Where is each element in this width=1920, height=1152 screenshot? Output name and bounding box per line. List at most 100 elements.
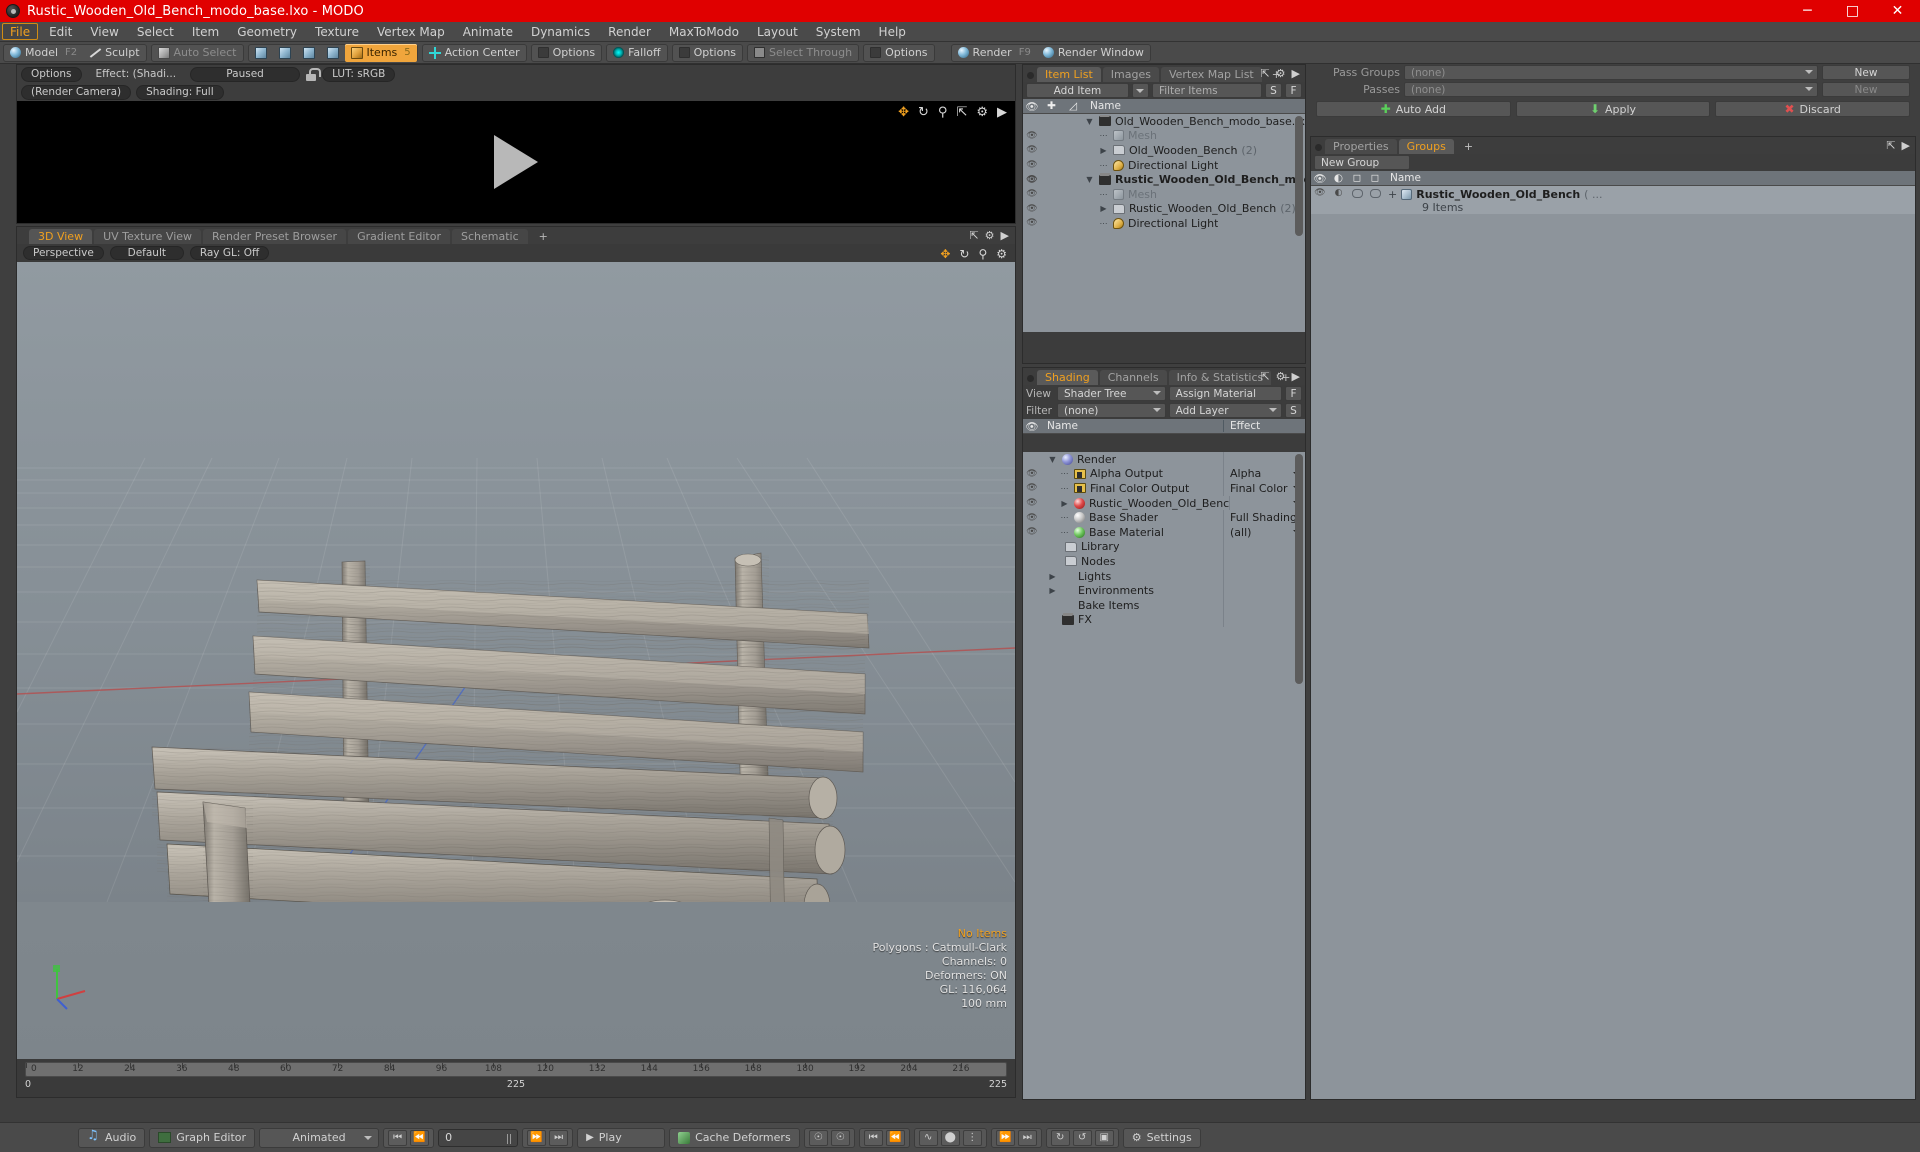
auto-select-button[interactable]: Auto Select — [152, 45, 243, 61]
twirl-icon[interactable]: ▶ — [1059, 499, 1070, 508]
animated-dropdown[interactable]: Animated — [259, 1127, 380, 1148]
table-row[interactable]: Bake Items — [1023, 597, 1305, 613]
pass-groups-dropdown[interactable]: (none) — [1404, 65, 1818, 80]
effect-cell[interactable] — [1228, 495, 1305, 511]
visibility-toggle[interactable]: 👁 — [1023, 175, 1041, 185]
play-overlay-icon[interactable] — [494, 135, 538, 189]
gear-icon[interactable]: ⚙ — [996, 247, 1007, 261]
visibility-toggle[interactable]: 👁 — [1023, 204, 1041, 214]
menu-view[interactable]: View — [81, 22, 127, 41]
tab-channels[interactable]: Channels — [1099, 370, 1167, 385]
chevron-right-icon[interactable]: ▶ — [1902, 139, 1910, 152]
render-button[interactable]: Render F9 — [952, 45, 1037, 61]
item-list-scrollbar[interactable] — [1295, 114, 1303, 332]
shading-filter-dropdown[interactable]: (none) — [1057, 403, 1166, 418]
add-layer-dropdown[interactable]: Add Layer — [1168, 403, 1282, 418]
tab-render-preset-browser[interactable]: Render Preset Browser — [203, 229, 347, 244]
raygl-button[interactable]: Ray GL: Off — [189, 246, 270, 260]
graph-editor-button[interactable]: Graph Editor — [149, 1127, 256, 1148]
twirl-icon[interactable]: ⋯ — [1059, 469, 1070, 478]
table-row[interactable]: 👁 ⋯ Final Color Output Final Color — [1023, 481, 1305, 496]
item-list-tree[interactable]: ▼ Old_Wooden_Bench_modo_base.lxo 👁 ⋯ Mes… — [1023, 114, 1305, 332]
tab-vertex-map-list[interactable]: Vertex Map List — [1160, 67, 1262, 82]
effect-cell[interactable]: (all) — [1223, 524, 1305, 540]
panel-menu-dot-icon[interactable] — [1315, 144, 1322, 151]
viewport-ruler[interactable]: 0 12 24 36 48 60 72 84 96 108 120 132 14… — [17, 1059, 1015, 1097]
tab-images[interactable]: Images — [1102, 67, 1159, 82]
rotate-icon[interactable]: ↻ — [959, 247, 969, 261]
render-options-button[interactable]: Options — [21, 66, 82, 82]
gear-icon[interactable]: ⚙ — [985, 229, 995, 242]
tab-schematic[interactable]: Schematic — [452, 229, 528, 244]
material-mode-button[interactable] — [321, 45, 345, 61]
maximize-button[interactable]: □ — [1830, 0, 1875, 22]
expand-icon[interactable]: + — [1388, 188, 1397, 201]
zoom-icon[interactable]: ⚲ — [978, 247, 987, 261]
next-key-icon[interactable]: ⏩ — [995, 1129, 1015, 1146]
twirl-icon[interactable]: ▼ — [1047, 455, 1058, 464]
twirl-icon[interactable]: ⋯ — [1059, 484, 1070, 493]
assign-material-button[interactable]: Assign Material — [1168, 386, 1282, 401]
menu-system[interactable]: System — [807, 22, 870, 41]
model-mode-button[interactable]: Model F2 — [4, 45, 83, 61]
table-row[interactable]: ▼ Old_Wooden_Bench_modo_base.lxo — [1023, 114, 1305, 129]
table-row[interactable]: ▶ Environments — [1023, 583, 1305, 598]
render-preview-canvas[interactable] — [17, 101, 1015, 223]
twirl-icon[interactable]: ▼ — [1084, 117, 1095, 126]
table-row[interactable]: Library — [1023, 539, 1305, 555]
passes-new-button[interactable]: New — [1822, 82, 1910, 97]
action-center-options-button[interactable]: Options — [532, 45, 601, 61]
move-icon[interactable]: ✥ — [940, 247, 950, 261]
last-key-icon[interactable]: ⏭ — [1017, 1129, 1037, 1146]
tab-shading[interactable]: Shading — [1037, 370, 1098, 385]
select-through-options-button[interactable]: Options — [864, 45, 933, 61]
tab-add-button[interactable]: + — [530, 229, 557, 244]
menu-item[interactable]: Item — [183, 22, 228, 41]
table-row[interactable]: 👁 ⋯ Mesh — [1023, 129, 1305, 144]
audio-button[interactable]: Audio — [78, 1127, 146, 1148]
visibility-toggle[interactable]: 👁 — [1023, 160, 1041, 170]
cycle2-icon[interactable]: ↺ — [1072, 1129, 1092, 1146]
zoom-icon[interactable]: ⚲ — [938, 105, 948, 120]
tab-item-list[interactable]: Item List — [1037, 67, 1101, 82]
twirl-icon[interactable]: ⋯ — [1059, 513, 1070, 522]
layers-icon[interactable]: ▣ — [1094, 1129, 1114, 1146]
twirl-icon[interactable]: ⋯ — [1098, 219, 1109, 228]
shading-s-button[interactable]: S — [1285, 403, 1302, 418]
render-toggle[interactable] — [1348, 188, 1366, 201]
table-row[interactable]: ▼ Render — [1023, 452, 1305, 467]
visibility-toggle[interactable]: 👁 — [1023, 498, 1041, 508]
chevron-right-icon[interactable]: ▶ — [997, 105, 1007, 120]
lut-button[interactable]: LUT: sRGB — [322, 66, 396, 82]
apply-button[interactable]: ⬇ Apply — [1515, 101, 1711, 117]
menu-dynamics[interactable]: Dynamics — [522, 22, 599, 41]
gear-icon[interactable]: ⚙ — [976, 105, 988, 120]
table-row[interactable]: 👁 ⋯ Directional Light — [1023, 158, 1305, 173]
table-row[interactable]: 👁 ⋯ Mesh — [1023, 187, 1305, 202]
table-row[interactable]: 👁 ⋯ Base Shader Full Shading — [1023, 510, 1305, 525]
chevron-right-icon[interactable]: ▶ — [1001, 229, 1009, 242]
panel-menu-dot-icon[interactable] — [1027, 375, 1034, 382]
table-row[interactable]: 👁 ⋯ Alpha Output Alpha — [1023, 466, 1305, 482]
select-toggle[interactable] — [1366, 188, 1384, 201]
twirl-icon[interactable]: ⋯ — [1098, 131, 1109, 140]
maximize-panel-icon[interactable]: ⇱ — [1260, 67, 1269, 80]
ruler-track[interactable]: 0 12 24 36 48 60 72 84 96 108 120 132 14… — [25, 1062, 1007, 1077]
render-shading-button[interactable]: Shading: Full — [136, 84, 224, 100]
menu-render[interactable]: Render — [599, 22, 660, 41]
key-delete-icon[interactable]: ☉ — [830, 1129, 850, 1146]
table-row[interactable]: ▶ Lights — [1023, 568, 1305, 584]
falloff-button[interactable]: Falloff — [607, 45, 666, 61]
edge-mode-button[interactable] — [273, 45, 297, 61]
pass-groups-new-button[interactable]: New — [1822, 65, 1910, 80]
effect-cell[interactable]: Alpha — [1223, 466, 1305, 482]
groups-tree[interactable]: 👁 ◐ + Rustic_Wooden_Old_Bench ( ... 9 It… — [1311, 186, 1915, 1099]
visibility-toggle[interactable]: 👁 — [1023, 513, 1041, 523]
tab-info-statistics[interactable]: Info & Statistics — [1168, 370, 1272, 385]
ellipse-icon[interactable]: ⬤ — [940, 1129, 960, 1146]
render-effect-label[interactable]: Effect: (Shadi... — [87, 67, 186, 82]
maximize-panel-icon[interactable]: ⇱ — [1260, 370, 1269, 383]
visibility-toggle[interactable]: 👁 — [1023, 527, 1041, 537]
menu-geometry[interactable]: Geometry — [228, 22, 306, 41]
maximize-panel-icon[interactable]: ⇱ — [1886, 139, 1895, 152]
